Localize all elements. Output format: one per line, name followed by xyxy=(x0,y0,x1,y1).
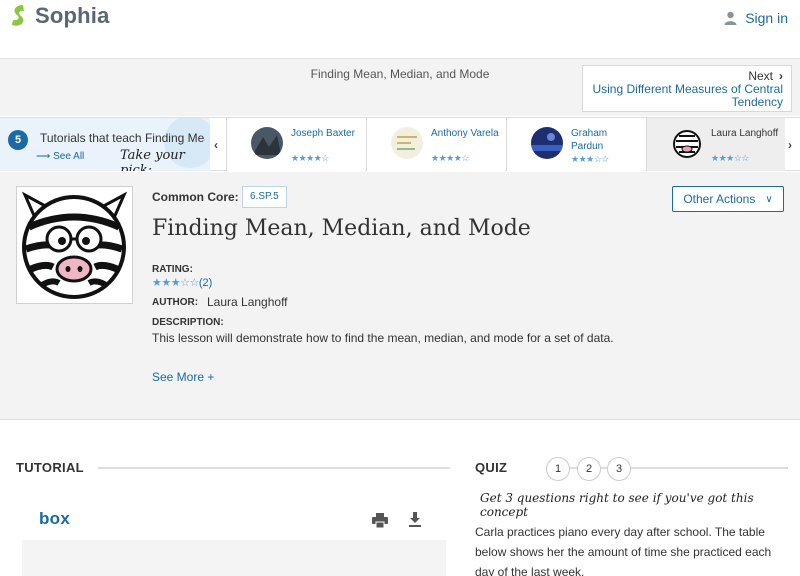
rating-stars: ★★★★☆ xyxy=(431,153,469,163)
other-actions-label: Other Actions xyxy=(683,192,756,206)
lesson-title-bar: Finding Mean, Median, and Mode Next › Usi… xyxy=(0,58,800,116)
quiz-step-2[interactable]: 2 xyxy=(577,457,601,481)
tutorial-card-active[interactable]: Laura Langhoff ★★★☆☆ xyxy=(646,118,785,171)
description-text: This lesson will demonstrate how to find… xyxy=(152,331,614,345)
page-title: Finding Mean, Median, and Mode xyxy=(152,216,531,241)
next-lesson-link[interactable]: Using Different Measures of Central Tend… xyxy=(591,83,783,109)
quiz-step-1[interactable]: 1 xyxy=(546,457,570,481)
print-icon[interactable] xyxy=(372,513,388,528)
common-core-tag[interactable]: 6.SP.5 xyxy=(242,186,287,208)
rating-stars: ★★★☆☆ xyxy=(571,154,609,164)
quiz-hint: Get 3 questions right to see if you've g… xyxy=(480,491,754,519)
brand-name: Sophia xyxy=(35,3,110,28)
chevron-right-icon: › xyxy=(779,69,783,83)
download-icon[interactable] xyxy=(408,512,422,528)
tutorial-divider xyxy=(98,467,450,469)
top-bar: Sophia Sign in xyxy=(0,0,800,38)
zebra-icon xyxy=(21,191,128,299)
tutor-name: Laura Langhoff xyxy=(711,128,779,139)
tutor-name: Graham Pardun xyxy=(571,128,608,152)
lesson-info: Common Core: 6.SP.5 Other Actions ∨ Find… xyxy=(0,172,800,420)
tutor-avatar xyxy=(391,127,423,159)
other-actions-button[interactable]: Other Actions ∨ xyxy=(672,186,784,212)
chevron-down-icon: ∨ xyxy=(765,193,773,205)
sophia-logo-icon xyxy=(12,5,24,26)
next-label: Next › xyxy=(748,69,783,83)
take-your-pick: Take your pick: xyxy=(120,148,185,171)
user-icon xyxy=(724,11,737,25)
lesson-image xyxy=(16,186,133,304)
see-more-link[interactable]: See More + xyxy=(152,370,214,384)
page: Sophia Sign in Finding Mean, Median, and… xyxy=(0,0,800,576)
rating-stars: ★★★☆☆ xyxy=(711,153,749,163)
arrow-right-icon: ⟶ xyxy=(36,151,54,162)
document-page[interactable] xyxy=(22,540,446,576)
sign-in-link[interactable]: Sign in xyxy=(724,10,788,26)
description-label: DESCRIPTION: xyxy=(152,317,224,328)
rating-stars: ★★★★☆ xyxy=(291,153,329,163)
rating-count-link[interactable]: (2) xyxy=(199,277,212,289)
tutor-name: Anthony Varela xyxy=(431,128,499,139)
quiz-question: Carla practices piano every day after sc… xyxy=(475,525,772,576)
tutorial-heading: TUTORIAL xyxy=(16,460,84,475)
strip-next-arrow[interactable]: › xyxy=(788,138,792,152)
tutorials-intro: 5 Tutorials that teach Finding Mean, Med… xyxy=(0,118,210,171)
author-label: AUTHOR: xyxy=(152,297,199,308)
rating-label: RATING: xyxy=(152,264,193,275)
sign-in-label: Sign in xyxy=(745,10,788,26)
tutorial-card[interactable]: Joseph Baxter ★★★★☆ xyxy=(226,118,365,171)
document-viewer: box xyxy=(22,498,446,576)
tutorials-text: Tutorials that teach Finding Mean, Media… xyxy=(40,131,205,145)
tutorial-card[interactable]: Anthony Varela ★★★★☆ xyxy=(366,118,505,171)
next-lesson-button[interactable]: Next › Using Different Measures of Centra… xyxy=(582,65,792,112)
tutorials-strip: 5 Tutorials that teach Finding Mean, Med… xyxy=(0,117,800,171)
quiz-heading: QUIZ xyxy=(475,460,508,475)
see-all-link[interactable]: ⟶ See All xyxy=(36,151,84,162)
box-logo: box xyxy=(39,509,71,528)
tutor-avatar xyxy=(671,127,703,159)
tutorial-card[interactable]: Graham Pardun ★★★☆☆ xyxy=(506,118,645,171)
rating-stars: ★★★☆☆(2) xyxy=(152,277,213,289)
author-name: Laura Langhoff xyxy=(207,295,288,309)
quiz-step-3[interactable]: 3 xyxy=(607,457,631,481)
strip-prev-arrow[interactable]: ‹ xyxy=(214,138,218,152)
tutorial-count-badge: 5 xyxy=(8,130,28,150)
tutor-avatar xyxy=(251,127,283,159)
common-core-label: Common Core: xyxy=(152,190,239,204)
tutor-avatar xyxy=(531,127,563,159)
tutor-name: Joseph Baxter xyxy=(291,128,355,139)
sophia-logo[interactable]: Sophia xyxy=(9,3,110,29)
